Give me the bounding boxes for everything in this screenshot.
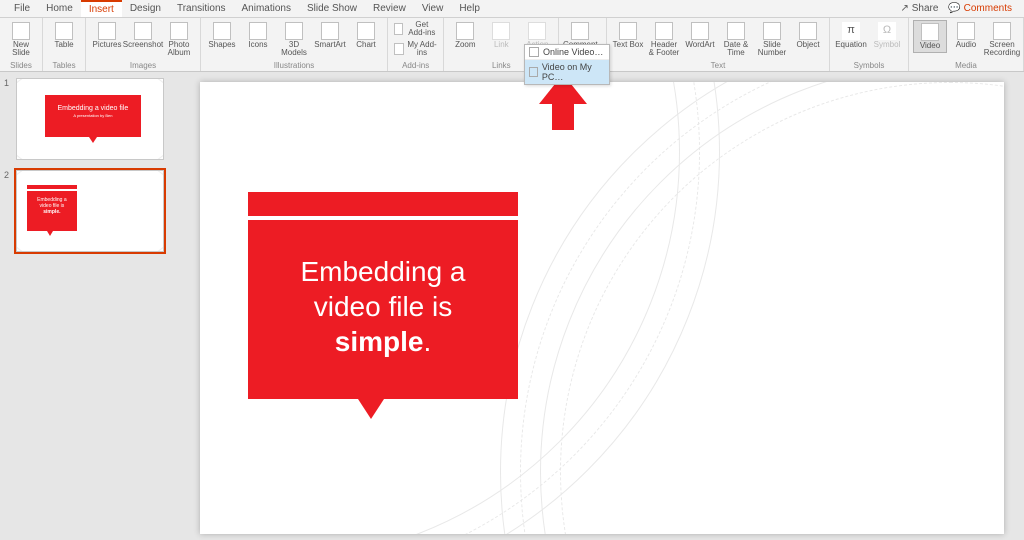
group-label-text: Text	[611, 61, 825, 71]
group-addins: Get Add-ins My Add-ins Add-ins	[388, 18, 444, 71]
table-button[interactable]: Table	[47, 20, 81, 51]
group-label-addins: Add-ins	[392, 61, 439, 71]
tab-home[interactable]: Home	[38, 1, 81, 16]
thumbnail-2-wrap[interactable]: 2 Embedding a video file is simple.	[4, 170, 164, 252]
slide-line2: video file is	[314, 291, 453, 322]
callout-body: Embedding a video file is simple.	[248, 220, 518, 399]
comments-button[interactable]: 💬 Comments	[948, 3, 1012, 14]
group-label-illustrations: Illustrations	[205, 61, 383, 71]
film-icon	[529, 67, 538, 77]
thumb1-title: Embedding a video file	[57, 105, 128, 112]
group-label-media: Media	[913, 61, 1019, 71]
group-slides: New Slide Slides	[0, 18, 43, 71]
workspace: 1 Embedding a video file A presentation …	[0, 72, 1024, 540]
group-text: Text Box Header & Footer WordArt Date & …	[607, 18, 830, 71]
thumbnail-2-number: 2	[4, 170, 12, 252]
tab-transitions[interactable]: Transitions	[169, 1, 234, 16]
group-label-images: Images	[90, 61, 196, 71]
group-tables: Table Tables	[43, 18, 86, 71]
screen-recording-button[interactable]: Screen Recording	[985, 20, 1019, 60]
group-label-tables: Tables	[47, 61, 81, 71]
tab-review[interactable]: Review	[365, 1, 414, 16]
zoom-button[interactable]: Zoom	[448, 20, 482, 51]
object-button[interactable]: Object	[791, 20, 825, 51]
tab-animations[interactable]: Animations	[234, 1, 299, 16]
smartart-button[interactable]: SmartArt	[313, 20, 347, 51]
tab-file[interactable]: File	[6, 1, 38, 16]
share-button[interactable]: ↗ Share	[901, 3, 939, 14]
video-on-pc-item[interactable]: Video on My PC…	[525, 60, 609, 84]
chart-button[interactable]: Chart	[349, 20, 383, 51]
slide-canvas[interactable]: Embedding a video file is simple.	[200, 82, 1004, 534]
group-images: Pictures Screenshot Photo Album Images	[86, 18, 201, 71]
group-media: Video Audio Screen Recording Media	[909, 18, 1024, 71]
group-label-symbols: Symbols	[834, 61, 904, 71]
slide-line3: simple	[335, 326, 424, 357]
header-footer-button[interactable]: Header & Footer	[647, 20, 681, 60]
icons-button[interactable]: Icons	[241, 20, 275, 51]
thumbnail-2[interactable]: Embedding a video file is simple.	[16, 170, 164, 252]
tab-insert[interactable]: Insert	[81, 0, 122, 17]
tab-help[interactable]: Help	[451, 1, 488, 16]
pictures-button[interactable]: Pictures	[90, 20, 124, 51]
thumbnail-1-wrap[interactable]: 1 Embedding a video file A presentation …	[4, 78, 164, 160]
ribbon-insert: New Slide Slides Table Tables Pictures S…	[0, 18, 1024, 72]
thumbnail-1[interactable]: Embedding a video file A presentation by…	[16, 78, 164, 160]
callout-bar	[248, 192, 518, 216]
tab-design[interactable]: Design	[122, 1, 169, 16]
callout-tail-icon	[358, 399, 384, 419]
slide-thumbnails-panel: 1 Embedding a video file A presentation …	[0, 72, 170, 540]
tab-view[interactable]: View	[414, 1, 452, 16]
video-dropdown: Online Video… Video on My PC…	[524, 44, 610, 85]
textbox-button[interactable]: Text Box	[611, 20, 645, 51]
thumb1-sub: A presentation by Ben	[73, 113, 112, 118]
get-addins-button[interactable]: Get Add-ins	[392, 20, 439, 39]
group-label-slides: Slides	[4, 61, 38, 71]
equation-button[interactable]: πEquation	[834, 20, 868, 51]
slide-canvas-area: Embedding a video file is simple.	[170, 72, 1024, 540]
symbol-button: ΩSymbol	[870, 20, 904, 51]
3d-models-button[interactable]: 3D Models	[277, 20, 311, 60]
datetime-button[interactable]: Date & Time	[719, 20, 753, 60]
link-button: Link	[484, 20, 518, 51]
slide-number-button[interactable]: Slide Number	[755, 20, 789, 60]
my-addins-button[interactable]: My Add-ins	[392, 40, 439, 59]
new-slide-button[interactable]: New Slide	[4, 20, 38, 60]
monitor-icon	[529, 47, 539, 57]
menu-tabs: File Home Insert Design Transitions Anim…	[0, 0, 1024, 18]
wordart-button[interactable]: WordArt	[683, 20, 717, 51]
thumbnail-1-number: 1	[4, 78, 12, 160]
slide-line1: Embedding a	[300, 256, 465, 287]
audio-button[interactable]: Audio	[949, 20, 983, 51]
slide-callout[interactable]: Embedding a video file is simple.	[248, 192, 518, 419]
online-video-item[interactable]: Online Video…	[525, 45, 609, 60]
group-illustrations: Shapes Icons 3D Models SmartArt Chart Il…	[201, 18, 388, 71]
video-button[interactable]: Video	[913, 20, 947, 53]
group-symbols: πEquation ΩSymbol Symbols	[830, 18, 909, 71]
screenshot-button[interactable]: Screenshot	[126, 20, 160, 51]
shapes-button[interactable]: Shapes	[205, 20, 239, 51]
photo-album-button[interactable]: Photo Album	[162, 20, 196, 60]
tab-slideshow[interactable]: Slide Show	[299, 1, 365, 16]
